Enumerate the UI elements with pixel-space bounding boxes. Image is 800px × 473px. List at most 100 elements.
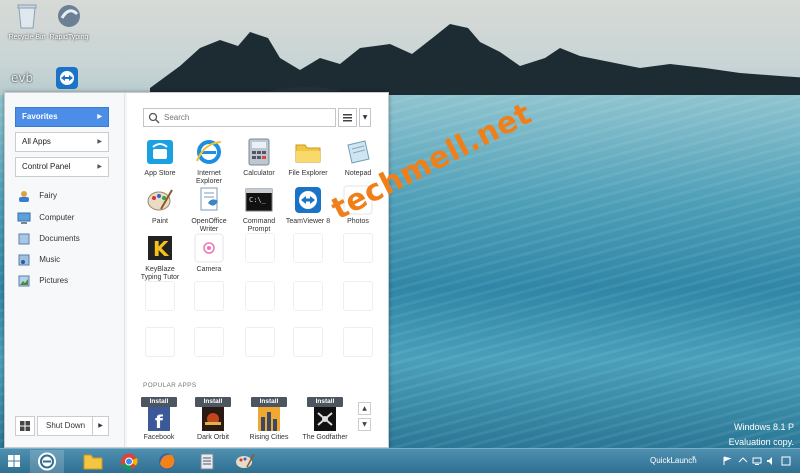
favorites-button[interactable]: Favorites ▶ [15, 107, 109, 127]
chevron-right-icon: ▶ [97, 164, 102, 170]
empty-tile-slot[interactable] [194, 327, 224, 357]
popular-app-the-godfather[interactable]: Install The Godfather [297, 397, 353, 441]
quicklaunch-chevron[interactable]: » [692, 454, 696, 461]
tray-arrow-icon[interactable] [738, 456, 748, 466]
empty-tile-slot[interactable] [145, 281, 175, 311]
taskbar-paint[interactable] [228, 450, 262, 473]
empty-tile-slot[interactable] [194, 281, 224, 311]
app-tile-calculator[interactable]: Calculator [236, 137, 282, 185]
place-pictures[interactable]: Pictures [17, 273, 68, 289]
desktop-icon-rapidtyping[interactable]: RapidTyping [44, 2, 94, 41]
keyblaze-icon: K [148, 236, 172, 261]
empty-tile-slot[interactable] [293, 327, 323, 357]
taskbar-documents[interactable] [190, 450, 224, 473]
evaluation-notice-line2: Evaluation copy. [728, 437, 794, 447]
chrome-icon [121, 453, 138, 470]
all-apps-label: All Apps [22, 137, 51, 146]
shutdown-options-icon[interactable]: ▶ [92, 417, 108, 435]
popular-app-dark-orbit[interactable]: Install Dark Orbit [185, 397, 241, 441]
empty-tile-slot[interactable] [145, 327, 175, 357]
recycle-bin-icon [17, 4, 37, 29]
app-tile-app-store[interactable]: App Store [137, 137, 183, 185]
empty-tile-slot[interactable] [343, 327, 373, 357]
taskbar: QuickLaunch » [0, 448, 800, 473]
desktop-icon-teamviewer[interactable] [52, 66, 82, 94]
place-music[interactable]: Music [17, 252, 60, 268]
windows-button[interactable] [15, 416, 35, 436]
empty-tile-slot[interactable] [245, 327, 275, 357]
openoffice-writer-icon [200, 187, 218, 211]
empty-tile-slot[interactable] [245, 233, 275, 263]
empty-tile-slot[interactable] [293, 233, 323, 263]
popular-app-label: The Godfather [302, 434, 348, 441]
command-prompt-icon: C:\_ [245, 188, 273, 212]
install-button[interactable]: Install [195, 397, 231, 407]
taskbar-start-menu-button[interactable] [30, 450, 64, 473]
network-icon[interactable] [752, 456, 762, 466]
install-button[interactable]: Install [251, 397, 287, 407]
control-panel-label: Control Panel [22, 162, 71, 171]
taskbar-file-explorer[interactable] [76, 450, 110, 473]
search-box[interactable] [143, 108, 336, 127]
paint-icon [147, 189, 173, 211]
chevron-right-icon: ▶ [97, 139, 102, 145]
app-tile-internet-explorer[interactable]: Internet Explorer [186, 137, 232, 185]
app-tile-camera[interactable]: Camera [186, 233, 232, 281]
app-tile-openoffice-writer[interactable]: OpenOffice Writer [186, 185, 232, 233]
empty-tile-slot[interactable] [293, 281, 323, 311]
evaluation-notice-line1: Windows 8.1 P [733, 422, 794, 432]
chevron-down-icon: ▼ [362, 421, 367, 428]
taskbar-firefox[interactable] [150, 450, 184, 473]
app-tile-command-prompt[interactable]: C:\_ Command Prompt [236, 185, 282, 233]
popular-scroll-down-button[interactable]: ▼ [358, 418, 371, 431]
desktop-icon-evb[interactable]: evb [6, 68, 36, 92]
volume-icon[interactable] [766, 456, 776, 466]
pictures-icon [18, 275, 30, 287]
app-tile-label: App Store [144, 170, 176, 177]
flag-icon[interactable] [722, 456, 732, 466]
view-toggle-button[interactable] [338, 108, 357, 127]
shutdown-label: Shut Down [46, 421, 86, 430]
quicklaunch-toolbar-label[interactable]: QuickLaunch [650, 456, 697, 465]
app-store-icon [147, 140, 173, 164]
clock-icon[interactable] [781, 456, 791, 466]
app-tile-paint[interactable]: Paint [137, 185, 183, 233]
empty-tile-slot[interactable] [343, 233, 373, 263]
place-label: Fairy [39, 191, 58, 200]
install-button[interactable]: Install [141, 397, 177, 407]
popular-apps-heading: POPULAR APPS [143, 382, 197, 389]
place-fairy[interactable]: Fairy [17, 188, 57, 204]
empty-tile-slot[interactable] [245, 281, 275, 311]
place-computer[interactable]: Computer [17, 210, 74, 226]
popular-scroll-up-button[interactable]: ▲ [358, 402, 371, 415]
popular-app-facebook[interactable]: Install f Facebook [131, 397, 187, 441]
app-tile-file-explorer[interactable]: File Explorer [285, 137, 331, 185]
calculator-icon [248, 138, 270, 166]
app-tile-keyblaze[interactable]: K KeyBlaze Typing Tutor [137, 233, 183, 281]
place-documents[interactable]: Documents [17, 231, 80, 247]
app-tile-teamviewer[interactable]: TeamViewer 8 [285, 185, 331, 233]
empty-tile-slot[interactable] [343, 281, 373, 311]
popular-app-label: Dark Orbit [197, 434, 229, 441]
install-button[interactable]: Install [307, 397, 343, 407]
svg-text:evb: evb [11, 71, 33, 85]
internet-explorer-icon [196, 140, 222, 164]
svg-text:f: f [155, 412, 163, 431]
view-dropdown-button[interactable]: ▼ [359, 108, 371, 127]
control-panel-button[interactable]: Control Panel ▶ [15, 157, 109, 177]
start-menu: Favorites ▶ All Apps ▶ Control Panel ▶ F… [4, 92, 389, 448]
app-tile-label: TeamViewer 8 [285, 218, 331, 225]
shutdown-button[interactable]: Shut Down ▶ [37, 416, 109, 436]
firefox-icon [159, 453, 175, 470]
rising-cities-icon [258, 407, 280, 431]
taskbar-windows-button[interactable] [0, 450, 28, 473]
file-explorer-icon [83, 454, 103, 470]
user-icon [19, 190, 29, 202]
file-explorer-icon [295, 144, 321, 163]
popular-app-rising-cities[interactable]: Install Rising Cities [241, 397, 297, 441]
search-input[interactable] [164, 111, 332, 124]
list-view-icon [343, 114, 352, 122]
documents-icon [18, 233, 30, 245]
all-apps-button[interactable]: All Apps ▶ [15, 132, 109, 152]
taskbar-chrome[interactable] [112, 450, 146, 473]
